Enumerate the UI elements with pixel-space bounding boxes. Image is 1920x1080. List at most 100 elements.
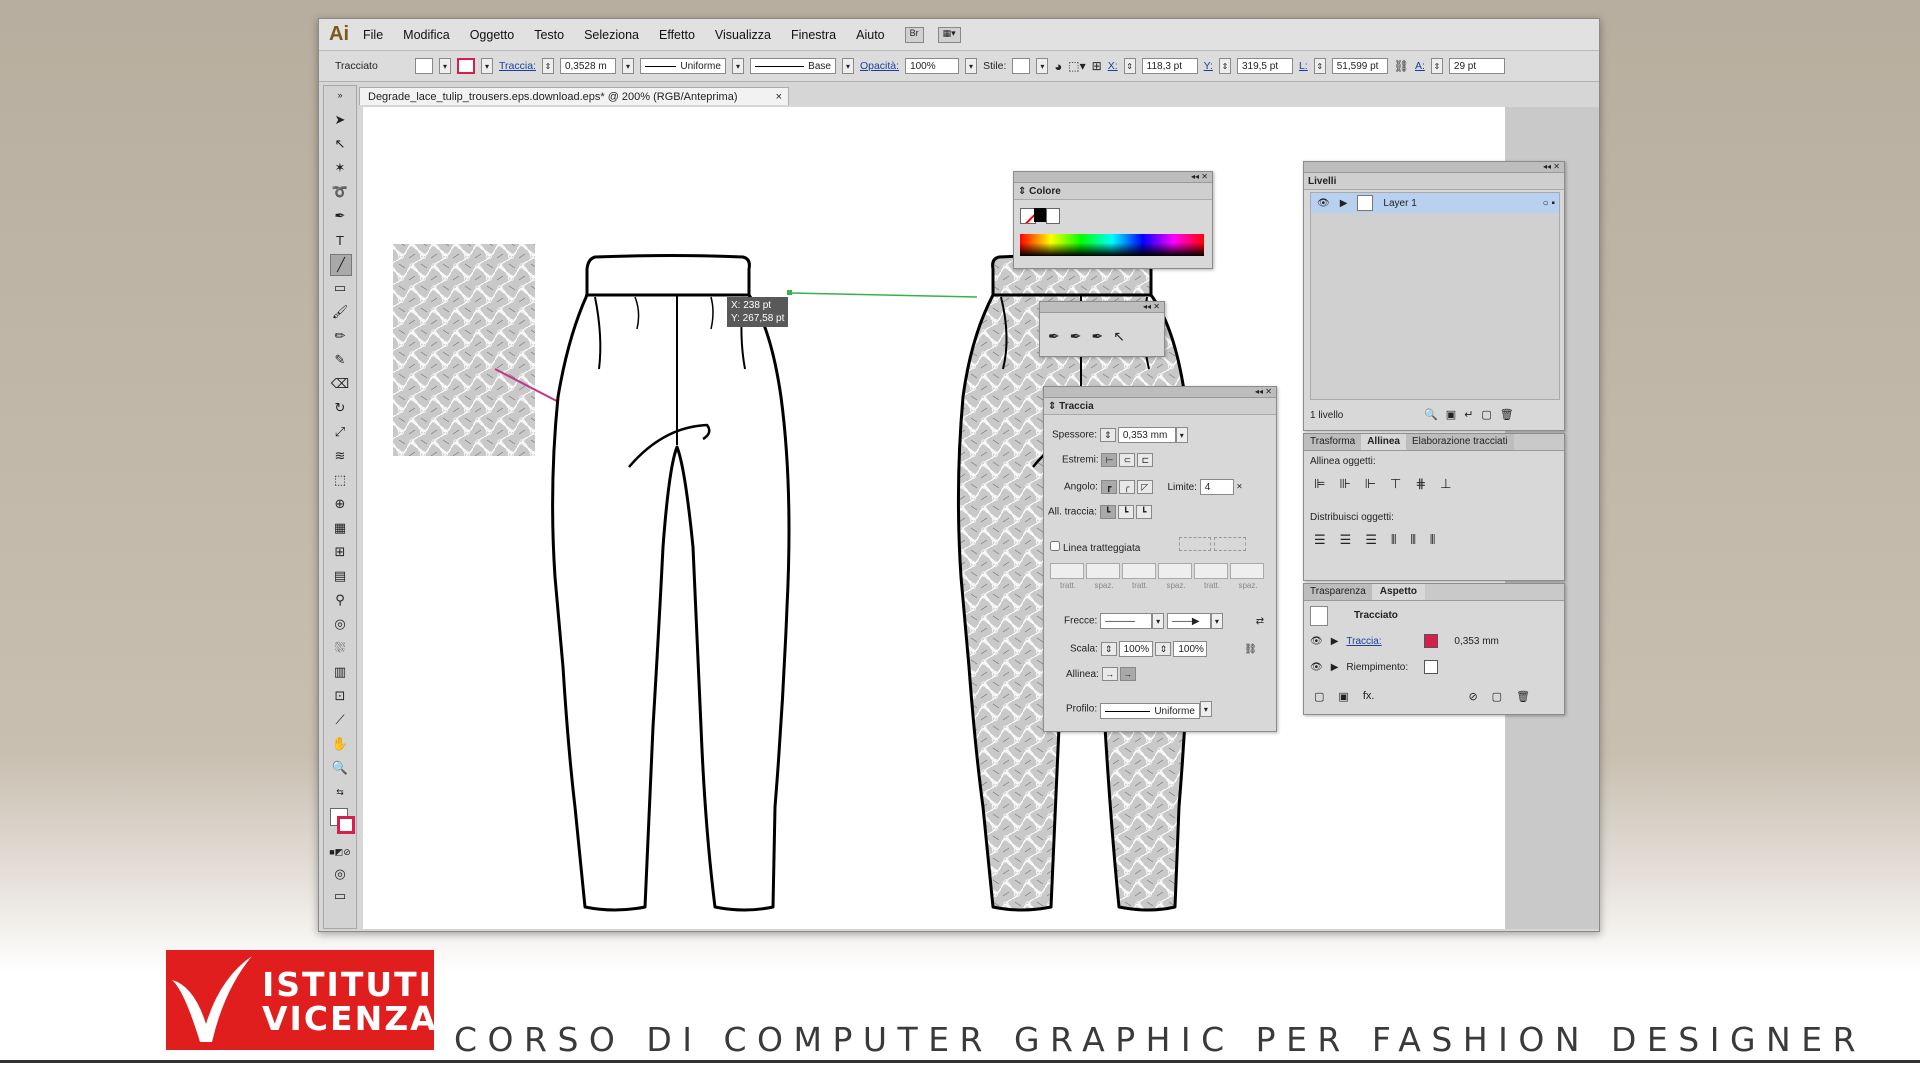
graph-tool-icon[interactable]: ▥ [330,662,350,682]
stroke-dropdown[interactable]: ▾ [481,58,493,74]
height-stepper[interactable]: ⇕ [1430,58,1443,74]
arrow-tip-icon[interactable]: → [1119,667,1136,681]
tab-aspetto[interactable]: Aspetto [1371,584,1426,600]
visibility-eye-icon[interactable]: 👁 [1310,636,1323,647]
fill-swatch[interactable] [415,58,433,74]
brush-select[interactable]: Base [749,58,836,74]
eyedropper-tool-icon[interactable]: ⚲ [330,590,350,610]
round-join-icon[interactable]: ╭ [1118,480,1135,494]
link-scale-icon[interactable]: ⛓ [1244,644,1257,655]
dashed-checkbox[interactable] [1050,541,1060,551]
end-arrowhead-dropdown[interactable]: ▾ [1210,613,1223,629]
end-arrowhead-select[interactable]: ——▶ [1166,613,1211,629]
gap-cell[interactable] [1230,563,1264,579]
scale-end-stepper[interactable]: ⇕ [1155,642,1172,656]
scale-end-field[interactable]: 100% [1173,641,1208,657]
eraser-tool-icon[interactable]: ⌫ [330,374,350,394]
stroke-color-icon[interactable] [337,816,355,834]
direct-selection-tool-icon[interactable]: ↖ [330,134,350,154]
align-vcenter-icon[interactable]: ⋕ [1415,476,1440,491]
type-tool-icon[interactable]: T [330,230,350,250]
add-fill-icon[interactable]: ▣ [1338,690,1348,703]
layers-panel-tab[interactable]: Livelli [1304,173,1564,190]
delete-anchor-icon[interactable]: ✒ [1091,328,1113,344]
color-panel-tab[interactable]: ⇕ Colore [1014,183,1212,200]
draw-mode-icon[interactable]: ◎ [330,864,350,884]
close-document-icon[interactable]: × [776,91,782,103]
warp-tool-icon[interactable]: ≋ [330,446,350,466]
menu-testo[interactable]: Testo [534,28,564,42]
visibility-eye-icon[interactable]: 👁 [1317,198,1330,209]
profile-select[interactable]: Uniforme [1099,703,1200,719]
bridge-button[interactable]: Br [904,26,924,43]
profile-dropdown[interactable]: ▾ [731,58,744,74]
fill-appearance-swatch[interactable] [1424,660,1439,674]
duplicate-item-icon[interactable]: ▢ [1492,690,1502,703]
opacity-field[interactable]: 100% [905,58,960,74]
swap-arrowheads-icon[interactable]: ⇄ [1256,616,1264,627]
align-center-icon[interactable]: ┗ [1099,505,1116,519]
hand-tool-icon[interactable]: ✋ [330,734,350,754]
projecting-cap-icon[interactable]: ⊏ [1137,453,1154,467]
recolor-icon[interactable]: ◕ [1054,59,1062,74]
perspective-grid-tool-icon[interactable]: ▦ [330,518,350,538]
opacity-link[interactable]: Opacità: [860,60,899,72]
paintbrush-tool-icon[interactable]: 🖌 [330,302,350,322]
align-to-icon[interactable]: ⬚▾ [1068,59,1085,73]
delete-layer-icon[interactable]: 🗑 [1500,409,1522,421]
gradient-tool-icon[interactable]: ▤ [330,566,350,586]
start-arrowhead-dropdown[interactable]: ▾ [1152,613,1165,629]
layer-row[interactable]: 👁 ▶ Layer 1 ○ ▪ [1311,193,1559,213]
align-right-icon[interactable]: ⊩ [1365,476,1390,491]
width-field[interactable]: 51,599 pt [1331,58,1388,74]
dash-cell[interactable] [1122,563,1156,579]
black-swatch[interactable] [1034,208,1046,222]
stroke-swatch[interactable] [457,58,475,74]
color-spectrum[interactable] [1020,234,1204,256]
stroke-appearance-weight[interactable]: 0,353 mm [1454,636,1498,647]
gap-cell[interactable] [1158,563,1192,579]
visibility-eye-icon[interactable]: 👁 [1310,662,1323,673]
layer-name[interactable]: Layer 1 [1383,198,1416,209]
menu-finestra[interactable]: Finestra [791,28,836,42]
align-inside-icon[interactable]: ┗ [1117,505,1134,519]
scale-start-field[interactable]: 100% [1118,641,1153,657]
make-clipping-mask-icon[interactable]: ▣ [1446,409,1464,421]
align-outside-icon[interactable]: ┗ [1135,505,1152,519]
bevel-join-icon[interactable]: ◸ [1136,480,1153,494]
fill-appearance-row[interactable]: 👁 ▶ Riempimento: [1310,660,1544,674]
y-stepper[interactable]: ⇕ [1218,58,1231,74]
menu-oggetto[interactable]: Oggetto [470,28,514,42]
reference-point-icon[interactable]: ⊞ [1092,59,1102,73]
collapse-icon[interactable]: » [330,90,350,100]
weight-dropdown[interactable]: ▾ [1175,427,1188,443]
artboard-tool-icon[interactable]: ⊡ [330,686,350,706]
rotate-tool-icon[interactable]: ↻ [330,398,350,418]
miter-join-icon[interactable]: ┏ [1100,480,1117,494]
opacity-dropdown[interactable]: ▾ [965,58,978,74]
height-link[interactable]: A: [1415,60,1425,72]
convert-anchor-icon[interactable]: ↖ [1113,328,1135,344]
stroke-panel-tab[interactable]: ⇕ Traccia [1044,398,1276,415]
panel-collapse-icon[interactable]: ◂◂ ✕ [1044,387,1276,398]
blob-brush-tool-icon[interactable]: ✎ [330,350,350,370]
stroke-link[interactable]: Traccia: [499,60,536,72]
scale-tool-icon[interactable]: ⤢ [330,422,350,442]
x-field[interactable]: 118,3 pt [1141,58,1198,74]
locate-object-icon[interactable]: 🔍 [1424,409,1446,421]
stroke-appearance-swatch[interactable] [1424,634,1439,648]
stroke-weight-field[interactable]: 0,3528 m [559,58,616,74]
link-proportions-icon[interactable]: ⛓ [1394,59,1409,73]
slice-tool-icon[interactable]: ⟋ [330,710,350,730]
distribute-right-icon[interactable]: ⫴ [1430,532,1449,547]
new-sublayer-icon[interactable]: ↵ [1464,409,1481,421]
weight-stepper[interactable]: ⇕ [1099,428,1116,442]
start-arrowhead-select[interactable]: ——— [1100,613,1153,629]
selection-tool-icon[interactable]: ➤ [330,110,350,130]
distribute-bottom-icon[interactable]: ☰ [1365,532,1391,547]
magic-wand-tool-icon[interactable]: ✶ [330,158,350,178]
color-modes-icon[interactable]: ■◩⊘ [329,842,350,862]
lasso-tool-icon[interactable]: ➰ [330,182,350,202]
distribute-vcenter-icon[interactable]: ☰ [1340,532,1366,547]
limit-field[interactable]: 4 [1199,479,1234,495]
